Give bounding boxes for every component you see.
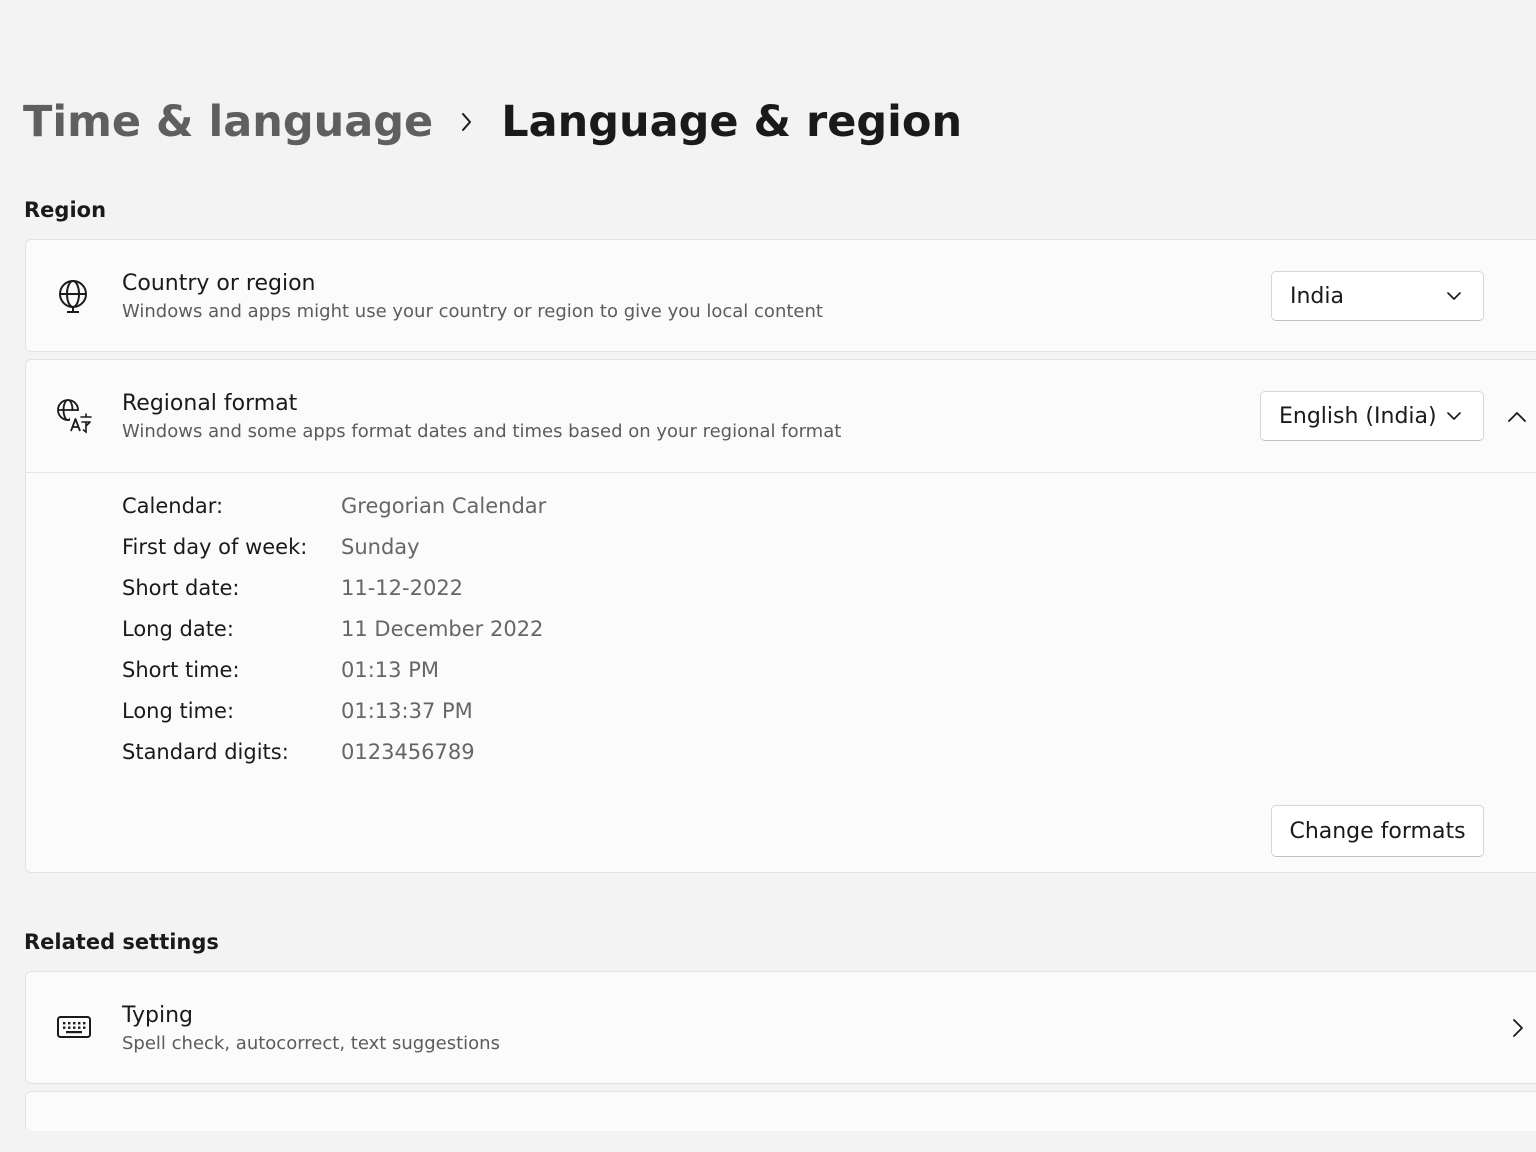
standard-digits-label: Standard digits: <box>122 740 289 764</box>
country-region-title: Country or region <box>122 271 316 296</box>
short-time-label: Short time: <box>122 658 240 682</box>
short-date-value: 11-12-2022 <box>341 576 464 600</box>
typing-title: Typing <box>122 1003 194 1028</box>
calendar-label: Calendar: <box>122 494 224 518</box>
long-time-value: 01:13:37 PM <box>341 699 473 723</box>
chevron-down-icon <box>1447 289 1461 303</box>
regional-format-dropdown-value: English (India) <box>1279 403 1437 429</box>
globe-icon <box>56 278 90 314</box>
page-title: Language & region <box>501 97 963 147</box>
short-time-value: 01:13 PM <box>341 658 439 682</box>
country-region-card: Country or region Windows and apps might… <box>25 239 1536 352</box>
regional-format-dropdown[interactable]: English (India) <box>1260 391 1484 441</box>
standard-digits-value: 0123456789 <box>341 740 475 764</box>
country-region-description: Windows and apps might use your country … <box>122 301 823 322</box>
long-date-value: 11 December 2022 <box>341 617 544 641</box>
regional-format-title: Regional format <box>122 391 298 416</box>
breadcrumb-chevron-icon <box>433 111 501 133</box>
breadcrumb-parent-link[interactable]: Time & language <box>23 97 433 147</box>
long-date-label: Long date: <box>122 617 234 641</box>
settings-page: Time & language Language & region Region… <box>0 0 1536 1152</box>
breadcrumb: Time & language Language & region <box>23 92 962 152</box>
change-formats-button[interactable]: Change formats <box>1271 805 1484 857</box>
chevron-right-icon <box>1510 1017 1526 1039</box>
country-dropdown[interactable]: India <box>1271 271 1484 321</box>
keyboard-icon <box>56 1012 92 1042</box>
chevron-down-icon <box>1447 409 1461 423</box>
first-day-value: Sunday <box>341 535 420 559</box>
expander-divider <box>26 472 1536 473</box>
country-dropdown-value: India <box>1290 283 1344 309</box>
calendar-value: Gregorian Calendar <box>341 494 547 518</box>
collapse-chevron-up-icon[interactable] <box>1506 406 1528 428</box>
long-time-label: Long time: <box>122 699 235 723</box>
language-globe-icon <box>56 398 92 434</box>
regional-format-description: Windows and some apps format dates and t… <box>122 421 842 442</box>
typing-description: Spell check, autocorrect, text suggestio… <box>122 1033 500 1054</box>
typing-card[interactable]: Typing Spell check, autocorrect, text su… <box>25 971 1536 1084</box>
related-settings-title: Related settings <box>24 930 219 954</box>
regional-format-card: Regional format Windows and some apps fo… <box>25 359 1536 873</box>
region-section-title: Region <box>24 198 107 222</box>
short-date-label: Short date: <box>122 576 240 600</box>
next-related-card-partial <box>25 1091 1536 1131</box>
first-day-label: First day of week: <box>122 535 308 559</box>
